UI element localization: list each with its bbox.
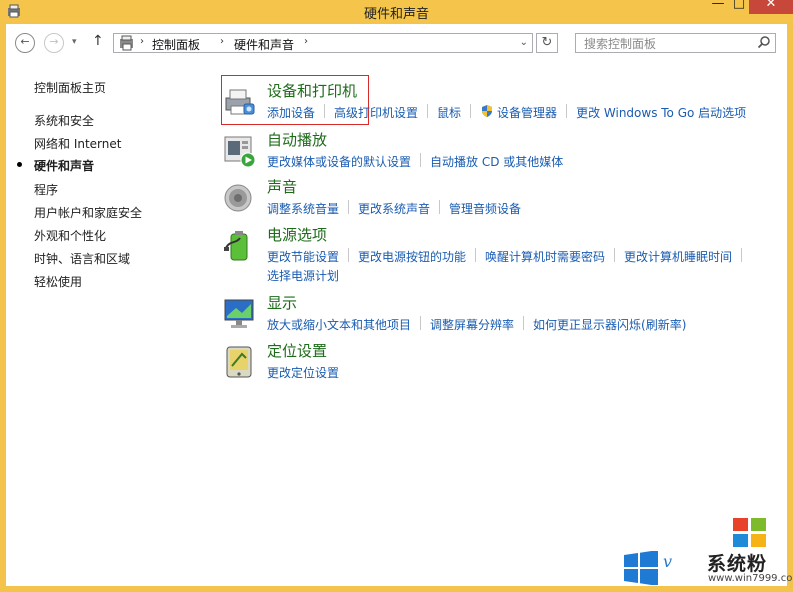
printer-icon — [225, 89, 255, 115]
sidebar-item-control-panel-home[interactable]: 控制面板主页 — [34, 79, 106, 96]
shield-icon — [482, 105, 493, 117]
link-adjust-volume[interactable]: 调整系统音量 — [267, 200, 339, 217]
active-bullet — [17, 162, 22, 167]
link-add-device[interactable]: 添加设备 — [267, 104, 315, 121]
sidebar-item-hardware-sound[interactable]: 硬件和声音 — [34, 157, 94, 174]
back-arrow-icon: ← — [20, 35, 30, 48]
link-separator — [324, 104, 326, 118]
sidebar-item-appearance[interactable]: 外观和个性化 — [34, 227, 106, 244]
breadcrumb-separator: › — [220, 36, 224, 47]
link-advanced-printer-setup[interactable]: 高级打印机设置 — [334, 104, 418, 121]
link-fix-flicker[interactable]: 如何更正显示器闪烁(刷新率) — [533, 316, 686, 333]
link-separator — [420, 153, 422, 167]
category-links: 添加设备 高级打印机设置 鼠标 设备管理器 更改 Windows To Go 启动选项 — [267, 104, 746, 121]
link-change-power-saving[interactable]: 更改节能设置 — [267, 248, 339, 265]
window-frame: ← → ▾ ↑ › 控制面板 › 硬件和声音 › ⌄ ↻ 搜索控制面板 控制面板… — [0, 22, 793, 592]
link-device-manager[interactable]: 设备管理器 — [497, 104, 557, 121]
link-choose-power-plan[interactable]: 选择电源计划 — [267, 267, 339, 284]
sidebar-item-ease-of-access[interactable]: 轻松使用 — [34, 273, 82, 290]
link-separator — [348, 248, 350, 262]
address-bar[interactable]: › 控制面板 › 硬件和声音 › ⌄ — [113, 33, 533, 53]
category-links: 更改定位设置 — [267, 364, 339, 381]
search-input[interactable] — [576, 34, 756, 54]
category-title-devices-printers[interactable]: 设备和打印机 — [267, 80, 357, 101]
breadcrumb-hardware-sound[interactable]: 硬件和声音 — [234, 36, 294, 53]
link-require-password-wake[interactable]: 唤醒计算机时需要密码 — [485, 248, 605, 265]
speaker-icon — [224, 184, 252, 212]
link-screen-resolution[interactable]: 调整屏幕分辨率 — [430, 316, 514, 333]
link-change-location-settings[interactable]: 更改定位设置 — [267, 364, 339, 381]
window-title: 硬件和声音 — [363, 7, 429, 22]
search-box[interactable] — [575, 33, 776, 54]
windows-logo-icon — [624, 551, 658, 585]
link-separator — [439, 200, 441, 214]
client-area: ← → ▾ ↑ › 控制面板 › 硬件和声音 › ⌄ ↻ 搜索控制面板 控制面板… — [6, 24, 787, 586]
sidebar-item-network-internet[interactable]: 网络和 Internet — [34, 135, 121, 152]
control-panel-icon — [120, 35, 133, 51]
category-links: 选择电源计划 — [267, 267, 339, 284]
link-separator — [523, 316, 525, 330]
link-windows-to-go[interactable]: 更改 Windows To Go 启动选项 — [576, 104, 746, 121]
location-icon — [226, 346, 252, 378]
sidebar-item-clock-language[interactable]: 时钟、语言和区域 — [34, 250, 130, 267]
link-separator — [566, 104, 568, 118]
link-change-sleep-time[interactable]: 更改计算机睡眠时间 — [624, 248, 732, 265]
link-separator — [470, 104, 472, 118]
link-autoplay-cd[interactable]: 自动播放 CD 或其他媒体 — [430, 153, 563, 170]
category-title-display[interactable]: 显示 — [267, 292, 297, 313]
category-title-location-settings[interactable]: 定位设置 — [267, 340, 327, 361]
sidebar-item-system-security[interactable]: 系统和安全 — [34, 112, 94, 129]
minimize-button[interactable]: — — [707, 0, 729, 14]
breadcrumb-control-panel[interactable]: 控制面板 — [152, 36, 200, 53]
link-separator — [427, 104, 429, 118]
breadcrumb-separator: › — [304, 36, 308, 47]
back-button[interactable]: ← — [15, 33, 35, 53]
link-separator — [741, 248, 743, 262]
brand-flag-icon — [733, 518, 766, 547]
link-separator — [420, 316, 422, 330]
link-text-size[interactable]: 放大或缩小文本和其他项目 — [267, 316, 411, 333]
sidebar-item-user-accounts[interactable]: 用户帐户和家庭安全 — [34, 204, 142, 221]
recent-locations-button[interactable]: ▾ — [72, 37, 77, 47]
link-change-system-sounds[interactable]: 更改系统声音 — [358, 200, 430, 217]
category-links: 更改媒体或设备的默认设置 自动播放 CD 或其他媒体 — [267, 153, 563, 170]
category-title-power-options[interactable]: 电源选项 — [267, 224, 327, 245]
link-manage-audio-devices[interactable]: 管理音频设备 — [449, 200, 521, 217]
link-separator — [348, 200, 350, 214]
link-mouse[interactable]: 鼠标 — [437, 104, 461, 121]
link-change-media-defaults[interactable]: 更改媒体或设备的默认设置 — [267, 153, 411, 170]
sidebar-item-programs[interactable]: 程序 — [34, 181, 58, 198]
up-button[interactable]: ↑ — [92, 33, 104, 49]
watermark-letter: v — [663, 552, 673, 571]
category-links: 调整系统音量 更改系统声音 管理音频设备 — [267, 200, 521, 217]
monitor-icon — [224, 299, 254, 328]
address-dropdown-icon[interactable]: ⌄ — [520, 37, 528, 48]
forward-button[interactable]: → — [44, 33, 64, 53]
category-title-autoplay[interactable]: 自动播放 — [267, 129, 327, 150]
link-separator — [475, 248, 477, 262]
category-links: 更改节能设置 更改电源按钮的功能 唤醒计算机时需要密码 更改计算机睡眠时间 — [267, 248, 751, 265]
watermark-url: www.win7999.com — [708, 573, 793, 584]
close-button[interactable]: ✕ — [749, 0, 793, 14]
category-links: 放大或缩小文本和其他项目 调整屏幕分辨率 如何更正显示器闪烁(刷新率) — [267, 316, 686, 333]
navigation-bar: ← → ▾ ↑ › 控制面板 › 硬件和声音 › ⌄ ↻ — [6, 24, 787, 60]
category-title-sound[interactable]: 声音 — [267, 176, 297, 197]
search-icon[interactable] — [757, 35, 771, 49]
autoplay-icon — [224, 136, 256, 168]
link-power-button-function[interactable]: 更改电源按钮的功能 — [358, 248, 466, 265]
battery-icon — [224, 231, 248, 261]
forward-arrow-icon: → — [49, 35, 59, 48]
watermark-brand: 系统粉 — [707, 553, 768, 575]
breadcrumb-separator: › — [140, 36, 144, 47]
maximize-button[interactable]: □ — [729, 0, 749, 14]
link-separator — [614, 248, 616, 262]
refresh-button[interactable]: ↻ — [536, 33, 558, 53]
title-bar: 硬件和声音 — □ ✕ — [0, 0, 793, 23]
